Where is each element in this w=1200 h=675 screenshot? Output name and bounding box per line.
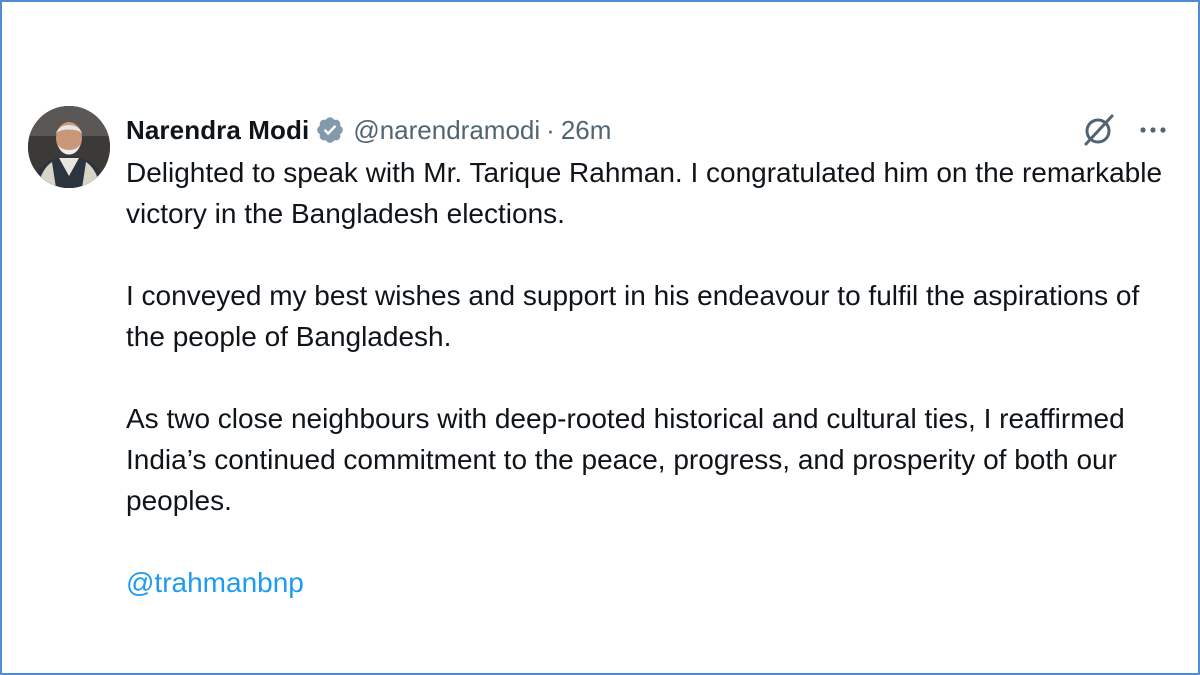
tweet-paragraph: Delighted to speak with Mr. Tarique Rahm… [126, 157, 1163, 229]
verified-badge-icon [317, 117, 344, 143]
mention-link[interactable]: @trahmanbnp [126, 567, 304, 598]
header-separator: · [546, 114, 555, 145]
author-handle[interactable]: @narendramodi [353, 115, 540, 146]
tweet-body: Delighted to speak with Mr. Tarique Rahm… [126, 152, 1166, 644]
author-avatar[interactable] [28, 106, 110, 188]
tweet-paragraph: I conveyed my best wishes and support in… [126, 280, 1140, 352]
grok-icon[interactable] [1082, 113, 1116, 147]
tweet-card: Narendra Modi @narendramodi · 26m Deligh… [28, 106, 1178, 626]
tweet-paragraph: As two close neighbours with deep-rooted… [126, 403, 1125, 516]
post-timestamp[interactable]: 26m [561, 115, 612, 146]
tweet-header: Narendra Modi @narendramodi · 26m [126, 110, 611, 150]
tweet-mention-line: @trahmanbnp [126, 562, 1166, 603]
screenshot-frame: Narendra Modi @narendramodi · 26m Deligh… [0, 0, 1200, 675]
tweet-actions [1082, 110, 1170, 150]
more-options-icon[interactable] [1136, 113, 1170, 147]
author-name[interactable]: Narendra Modi [126, 115, 309, 146]
profile-photo-icon [28, 106, 110, 188]
